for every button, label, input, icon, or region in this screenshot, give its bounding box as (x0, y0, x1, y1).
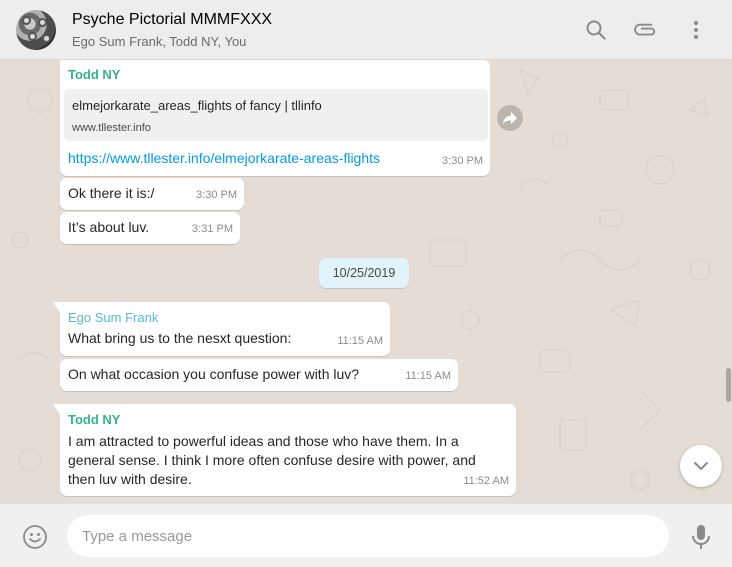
message-time: 3:31 PM (192, 223, 233, 235)
message-bubble[interactable]: On what occasion you confuse power with … (60, 359, 458, 391)
sender-name[interactable]: Todd NY (68, 410, 508, 429)
message-text: On what occasion you confuse power with … (68, 366, 360, 382)
message-bubble-link[interactable]: Todd NY elmejorkarate_areas_flights of f… (60, 60, 490, 176)
message-input[interactable] (67, 515, 669, 557)
emoji-icon[interactable] (22, 524, 48, 550)
chevron-down-icon (694, 462, 708, 471)
link-preview[interactable]: elmejorkarate_areas_flights of fancy | t… (64, 89, 488, 141)
message-link[interactable]: https://www.tllester.info/elmejorkarate-… (68, 149, 380, 168)
message-line: general sense. I think I more often conf… (68, 452, 476, 468)
message-bubble[interactable]: It’s about luv. 3:31 PM (60, 212, 240, 244)
message-line: then luv with desire. (68, 471, 192, 487)
message-time: 11:52 AM (463, 475, 509, 487)
message-bubble[interactable]: Ego Sum Frank What bring us to the nesxt… (53, 302, 390, 356)
forward-icon[interactable] (497, 105, 523, 131)
link-preview-domain: www.tllester.info (72, 122, 151, 134)
message-time: 3:30 PM (196, 189, 237, 201)
sender-name[interactable]: Ego Sum Frank (68, 308, 382, 327)
group-avatar[interactable] (16, 10, 56, 50)
message-time: 11:15 AM (337, 335, 383, 347)
scrollbar-thumb[interactable] (726, 368, 731, 402)
message-time: 11:15 AM (405, 370, 451, 382)
message-bubble[interactable]: Todd NY I am attracted to powerful ideas… (53, 404, 516, 496)
message-text: It’s about luv. (68, 219, 150, 235)
message-line: I am attracted to powerful ideas and tho… (68, 433, 459, 449)
message-list[interactable]: Todd NY elmejorkarate_areas_flights of f… (0, 60, 732, 503)
search-icon[interactable] (584, 18, 608, 42)
message-bubble[interactable]: Ok there it is:/ 3:30 PM (60, 178, 244, 210)
attach-icon[interactable] (634, 18, 658, 42)
microphone-icon[interactable] (690, 523, 712, 551)
message-time: 3:30 PM (442, 155, 483, 167)
chat-header[interactable]: Psyche Pictorial MMMFXXX Ego Sum Frank, … (0, 0, 732, 60)
message-text: What bring us to the nesxt question: (68, 330, 292, 346)
date-divider: 10/25/2019 (319, 258, 409, 288)
menu-icon[interactable] (684, 18, 708, 42)
chat-title[interactable]: Psyche Pictorial MMMFXXX (72, 11, 272, 29)
sender-name[interactable]: Todd NY (68, 65, 120, 84)
scroll-down-button[interactable] (680, 445, 722, 487)
composer-bar (0, 503, 732, 567)
chat-participants: Ego Sum Frank, Todd NY, You (72, 34, 247, 49)
message-text: Ok there it is:/ (68, 185, 155, 201)
link-preview-title: elmejorkarate_areas_flights of fancy | t… (72, 98, 322, 113)
